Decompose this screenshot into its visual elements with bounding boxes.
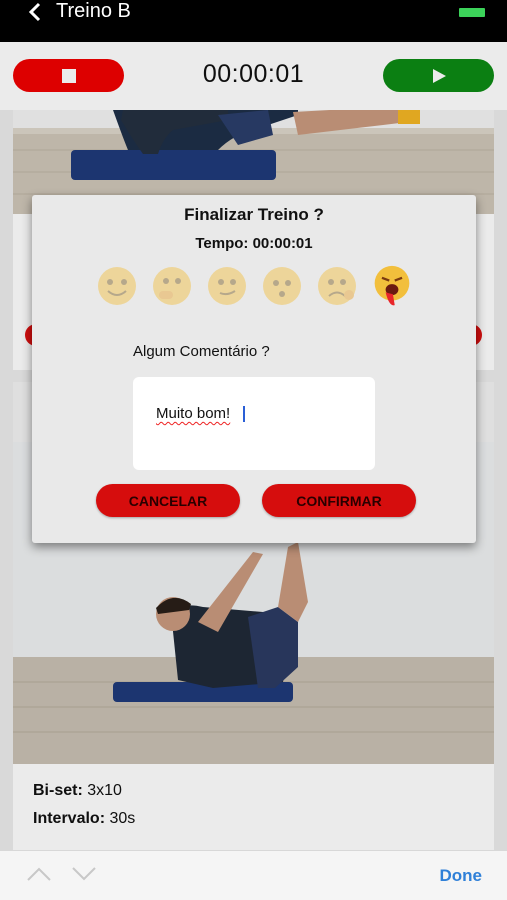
done-button[interactable]: Done — [440, 866, 483, 886]
happy-face-icon[interactable] — [96, 265, 138, 307]
back-arrow-icon[interactable] — [24, 0, 46, 24]
rating-emoji-row — [96, 265, 416, 311]
worried-face-icon[interactable] — [261, 265, 303, 307]
dialog-time: Tempo: 00:00:01 — [195, 235, 313, 252]
comment-input[interactable]: Muito bom! — [133, 377, 375, 470]
cancel-button[interactable]: CANCELAR — [96, 484, 240, 517]
exhausted-face-icon[interactable] — [371, 265, 413, 307]
chevron-down-icon[interactable] — [72, 867, 96, 881]
page-title: Treino B — [56, 0, 131, 22]
finish-workout-dialog: Finalizar Treino ? Tempo: 00:00:01 Algum… — [32, 195, 476, 543]
dialog-title: Finalizar Treino ? — [184, 205, 324, 224]
smirk-face-icon[interactable] — [206, 265, 248, 307]
text-caret — [243, 406, 245, 422]
battery-icon — [459, 8, 485, 17]
keyboard-toolbar: Done — [0, 850, 507, 900]
comment-text: Muito bom! — [156, 405, 231, 422]
confirm-button[interactable]: CONFIRMAR — [262, 484, 416, 517]
top-bar: Treino B — [0, 0, 507, 42]
thinking-face-icon[interactable] — [151, 265, 193, 307]
sad-face-icon[interactable] — [316, 265, 358, 307]
chevron-up-icon[interactable] — [27, 867, 51, 881]
comment-label: Algum Comentário ? — [133, 343, 270, 360]
